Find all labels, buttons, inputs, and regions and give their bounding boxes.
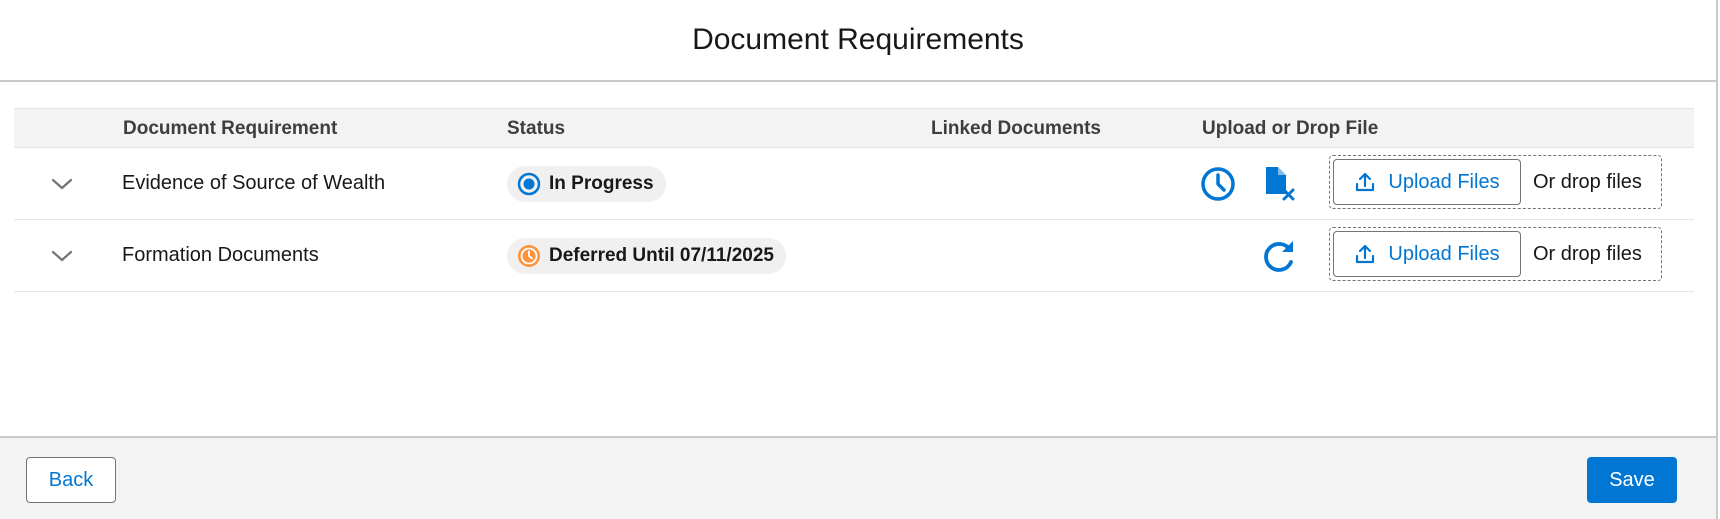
upload-files-button[interactable]: Upload Files xyxy=(1333,231,1521,277)
requirement-name: Evidence of Source of Wealth xyxy=(122,172,386,194)
in-progress-icon xyxy=(517,172,541,196)
clock-icon xyxy=(518,245,540,267)
chevron-down-icon[interactable] xyxy=(50,244,74,268)
modal-body: Document Requirement Status Linked Docum… xyxy=(0,82,1716,436)
upload-icon xyxy=(1356,172,1375,192)
status-badge: Deferred Until 07/11/2025 xyxy=(507,238,786,274)
upload-files-label: Upload Files xyxy=(1388,170,1500,193)
upload-files-button[interactable]: Upload Files xyxy=(1333,159,1521,205)
file-dropzone[interactable]: Upload Files Or drop files xyxy=(1329,227,1662,281)
requirements-table: Document Requirement Status Linked Docum… xyxy=(14,108,1694,292)
drop-files-text: Or drop files xyxy=(1533,171,1642,193)
upload-icon xyxy=(1356,244,1375,264)
refresh-icon[interactable] xyxy=(1260,236,1300,276)
modal-header: Document Requirements xyxy=(0,0,1716,82)
back-button[interactable]: Back xyxy=(26,457,116,503)
header-document-requirement: Document Requirement xyxy=(123,118,338,139)
table-row: Formation Documents Deferred Until 07/11… xyxy=(14,220,1694,292)
chevron-down-icon[interactable] xyxy=(50,172,74,196)
status-label: Deferred Until 07/11/2025 xyxy=(549,245,774,266)
status-badge: In Progress xyxy=(507,166,666,202)
file-dropzone[interactable]: Upload Files Or drop files xyxy=(1329,155,1662,209)
save-button[interactable]: Save xyxy=(1587,457,1677,503)
table-header: Document Requirement Status Linked Docum… xyxy=(14,108,1694,148)
file-remove-icon[interactable] xyxy=(1260,164,1300,204)
header-status: Status xyxy=(507,118,566,139)
header-upload-or-drop: Upload or Drop File xyxy=(1202,118,1379,139)
header-linked-documents: Linked Documents xyxy=(931,118,1101,139)
drop-files-text: Or drop files xyxy=(1533,243,1642,265)
document-requirements-modal: Document Requirements Document Requireme… xyxy=(0,0,1718,519)
status-label: In Progress xyxy=(549,173,654,194)
upload-files-label: Upload Files xyxy=(1388,242,1500,265)
modal-footer: Back Save xyxy=(0,436,1716,519)
table-row: Evidence of Source of Wealth In Progress xyxy=(14,148,1694,220)
requirement-name: Formation Documents xyxy=(122,244,319,266)
clock-icon[interactable] xyxy=(1198,164,1238,204)
modal-title: Document Requirements xyxy=(692,23,1024,56)
